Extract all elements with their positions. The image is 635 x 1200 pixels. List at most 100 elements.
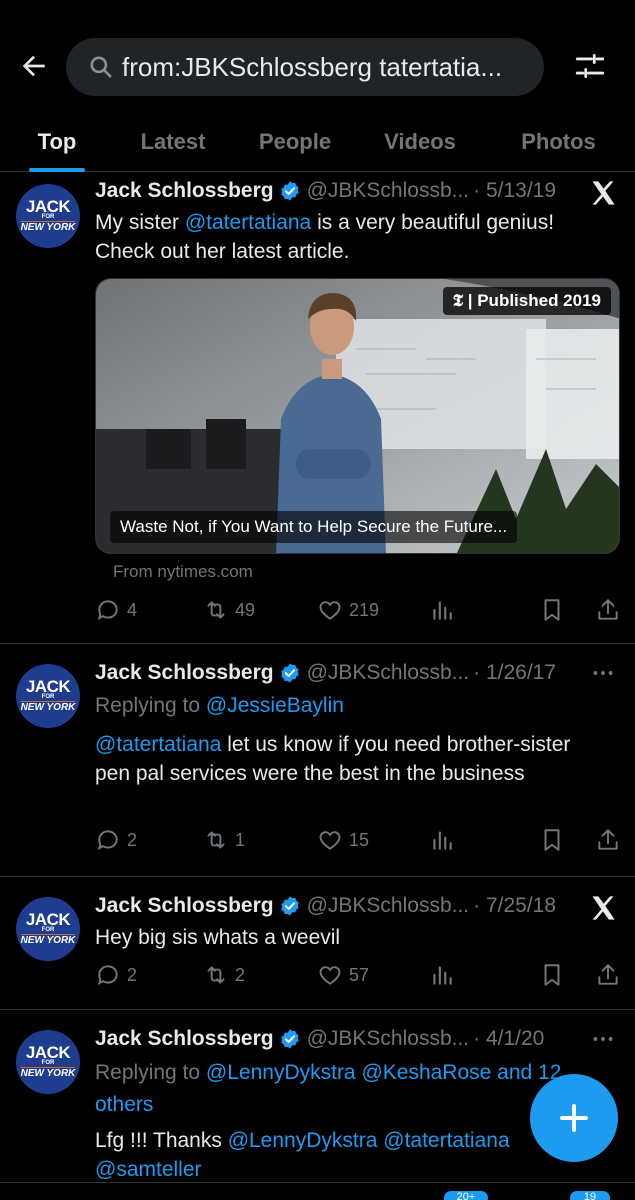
author-name[interactable]: Jack Schlossberg: [95, 661, 274, 685]
search-icon: [90, 56, 112, 78]
link-card-image[interactable]: 𝕿 | Published 2019 Waste Not, if You Wan…: [95, 278, 620, 554]
views-chart-icon: [433, 966, 452, 985]
reply-button[interactable]: 2: [95, 824, 137, 856]
tab-people[interactable]: People: [232, 112, 358, 172]
x-logo-icon: [585, 178, 621, 208]
share-icon: [598, 964, 618, 985]
tab-top[interactable]: Top: [0, 112, 114, 172]
reply-icon: [97, 830, 118, 850]
like-count: 219: [349, 599, 380, 620]
bookmark-icon: [544, 964, 560, 986]
avatar-text-for: FOR: [41, 1060, 55, 1066]
avatar[interactable]: JACK FOR NEW YORK: [16, 897, 80, 961]
avatar-text-for: FOR: [41, 927, 55, 933]
back-button[interactable]: [14, 46, 54, 86]
link-source[interactable]: From nytimes.com: [113, 562, 253, 582]
tweet-date[interactable]: · 5/13/19: [473, 179, 556, 203]
compose-button[interactable]: [530, 1074, 618, 1162]
mention-link[interactable]: @tatertatiana: [383, 1129, 509, 1152]
author-handle[interactable]: @JBKSchlossb...: [307, 1027, 470, 1051]
verified-badge-icon: [280, 181, 299, 201]
tweet-text: Hey big sis whats a weevil: [95, 926, 341, 949]
tweet[interactable]: JACK FOR NEW YORK Jack Schlossberg @JBKS…: [0, 644, 635, 877]
tab-videos[interactable]: Videos: [358, 112, 482, 172]
author-name[interactable]: Jack Schlossberg: [95, 179, 274, 203]
repost-button[interactable]: 2: [203, 959, 245, 991]
like-button[interactable]: 15: [317, 824, 369, 856]
tweet-text-part: Lfg !!! Thanks: [95, 1129, 228, 1152]
search-input[interactable]: from:JBKSchlossberg tatertatia...: [66, 38, 544, 96]
avatar-text-jack: JACK: [25, 197, 71, 216]
more-options-button[interactable]: [585, 1024, 621, 1054]
author-handle[interactable]: @JBKSchlossb...: [307, 894, 470, 918]
tweet[interactable]: JACK FOR NEW YORK Jack Schlossberg @JBKS…: [0, 877, 635, 1010]
avatar-text-for: FOR: [41, 214, 55, 220]
avatar-text-newyork: NEW YORK: [20, 934, 76, 946]
replying-to-label: Replying to: [95, 694, 206, 717]
mention-link[interactable]: @LennyDykstra: [228, 1129, 378, 1152]
author-handle[interactable]: @JBKSchlossb...: [307, 661, 470, 685]
plus-icon: [560, 1104, 588, 1132]
tweet-actions: 4 49 219: [95, 594, 625, 626]
avatar[interactable]: JACK FOR NEW YORK: [16, 1030, 80, 1094]
bookmark-button[interactable]: [539, 594, 571, 626]
reply-button[interactable]: 4: [95, 594, 137, 626]
arrow-left-icon: [22, 55, 45, 77]
repost-button[interactable]: 49: [203, 594, 255, 626]
share-icon: [598, 829, 618, 850]
bottom-navigation: 20+ 19: [0, 1182, 635, 1200]
notification-badge: 20+: [444, 1191, 488, 1200]
avatar[interactable]: JACK FOR NEW YORK: [16, 664, 80, 728]
verified-badge-icon: [280, 896, 299, 916]
repost-count: 2: [235, 964, 246, 985]
tab-photos[interactable]: Photos: [482, 112, 635, 172]
reply-icon: [97, 965, 118, 985]
mention-link[interactable]: @tatertatiana: [185, 211, 311, 234]
tweet-date[interactable]: · 4/1/20: [473, 1027, 544, 1051]
share-button[interactable]: [595, 959, 627, 991]
mention-link[interactable]: @samteller: [95, 1158, 202, 1181]
avatar[interactable]: JACK FOR NEW YORK: [16, 184, 80, 248]
search-query-text: from:JBKSchlossberg tatertatia...: [122, 51, 503, 82]
like-count: 15: [349, 829, 370, 850]
tweet-header: Jack Schlossberg @JBKSchlossb... · 5/13/…: [95, 176, 556, 206]
repost-icon: [207, 831, 225, 849]
search-filter-button[interactable]: [568, 46, 612, 86]
tweet-actions: 2 2 57: [95, 959, 625, 991]
like-button[interactable]: 57: [317, 959, 369, 991]
mention-link[interactable]: @tatertatiana: [95, 733, 221, 756]
views-button[interactable]: [429, 959, 461, 991]
author-handle[interactable]: @JBKSchlossb...: [307, 179, 470, 203]
tweet-date[interactable]: · 1/26/17: [473, 661, 556, 685]
replying-to-label: Replying to: [95, 1061, 206, 1084]
reply-to-link[interactable]: @JessieBaylin: [206, 694, 344, 717]
repost-count: 1: [235, 829, 246, 850]
tab-latest[interactable]: Latest: [114, 112, 232, 172]
avatar-text-jack: JACK: [25, 910, 71, 929]
more-options-button[interactable]: [585, 658, 621, 688]
tweet-date[interactable]: · 7/25/18: [473, 894, 556, 918]
reply-button[interactable]: 2: [95, 959, 137, 991]
bookmark-button[interactable]: [539, 824, 571, 856]
share-button[interactable]: [595, 594, 627, 626]
bookmark-icon: [544, 829, 560, 851]
tweet-actions: 2 1 15: [95, 824, 625, 856]
messages-badge: 19: [570, 1191, 610, 1200]
share-button[interactable]: [595, 824, 627, 856]
author-name[interactable]: Jack Schlossberg: [95, 894, 274, 918]
reply-icon: [97, 600, 118, 620]
author-name[interactable]: Jack Schlossberg: [95, 1027, 274, 1051]
avatar-text-for: FOR: [41, 694, 55, 700]
like-button[interactable]: 219: [317, 594, 379, 626]
views-button[interactable]: [429, 824, 461, 856]
heart-icon: [319, 601, 341, 620]
repost-button[interactable]: 1: [203, 824, 245, 856]
views-button[interactable]: [429, 594, 461, 626]
avatar-text-newyork: NEW YORK: [20, 701, 76, 713]
heart-icon: [319, 966, 341, 985]
tweet[interactable]: JACK FOR NEW YORK Jack Schlossberg @JBKS…: [0, 172, 635, 644]
views-chart-icon: [433, 601, 452, 620]
tweet-text: @tatertatiana let us know if you need br…: [95, 730, 605, 788]
bookmark-button[interactable]: [539, 959, 571, 991]
repost-count: 49: [235, 599, 256, 620]
